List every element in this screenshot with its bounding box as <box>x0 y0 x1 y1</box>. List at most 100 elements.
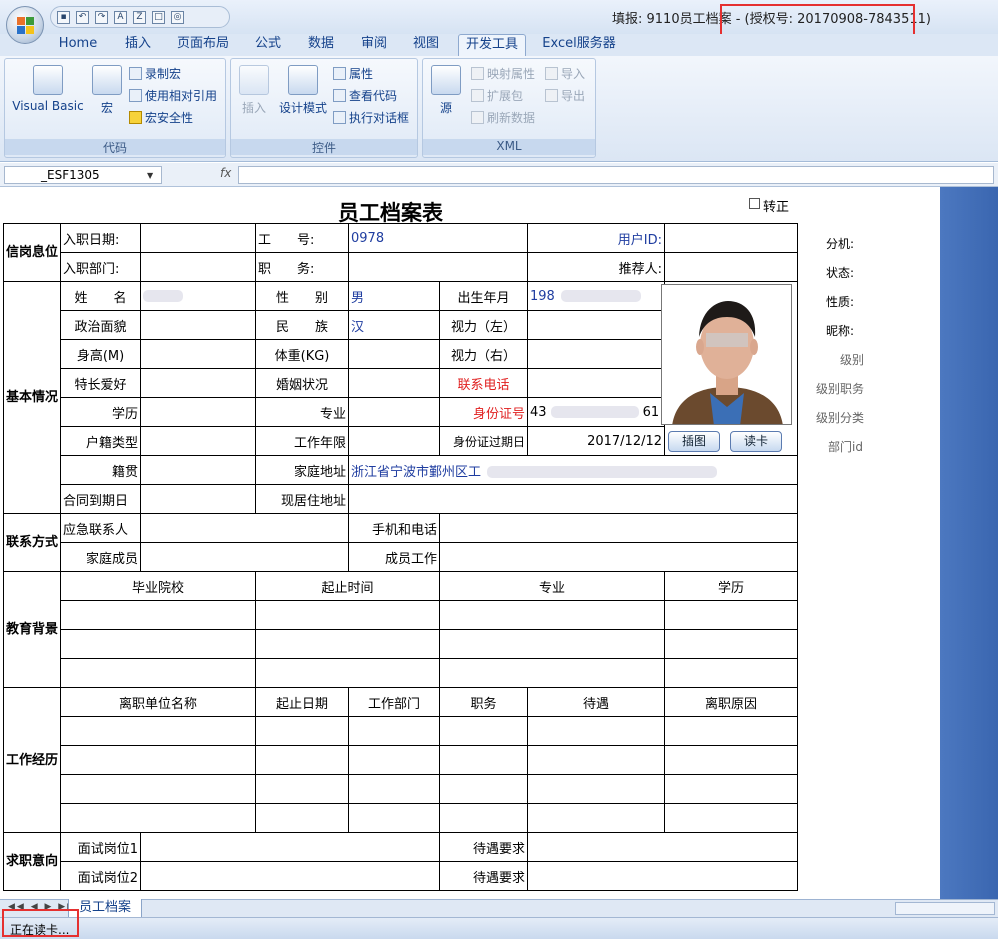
record-macro-button[interactable]: 录制宏 <box>129 65 181 82</box>
post2-cell[interactable] <box>140 861 441 891</box>
redo-icon[interactable]: ↷ <box>95 10 108 24</box>
work-cell[interactable] <box>664 745 799 775</box>
work-cell[interactable] <box>255 745 350 775</box>
work-cell[interactable] <box>60 716 257 746</box>
home-address-cell[interactable]: 浙江省宁波市鄞州区工 <box>348 455 799 485</box>
design-mode-button[interactable]: 设计模式 <box>277 65 329 116</box>
work-cell[interactable] <box>664 803 799 833</box>
name-box[interactable]: _ESF1305 <box>4 166 162 184</box>
read-card-button[interactable]: 读卡 <box>730 431 782 452</box>
birth-cell[interactable]: 198 <box>527 281 666 311</box>
work-cell[interactable] <box>527 716 666 746</box>
tab-home[interactable]: Home <box>52 34 104 56</box>
work-cell[interactable] <box>348 774 441 804</box>
referrer-cell[interactable] <box>664 252 799 282</box>
map-properties-button[interactable]: 映射属性 <box>471 65 535 82</box>
edu-cell[interactable] <box>60 600 257 630</box>
work-cell[interactable] <box>60 803 257 833</box>
edu-cell[interactable] <box>664 600 799 630</box>
edu-cell[interactable] <box>255 629 441 659</box>
emergency-phone-cell[interactable] <box>439 513 799 543</box>
work-cell[interactable] <box>439 774 529 804</box>
user-id-cell[interactable] <box>664 223 799 253</box>
expansion-pack-button[interactable]: 扩展包 <box>471 87 523 104</box>
edu-cell[interactable] <box>439 600 666 630</box>
sort-desc-icon[interactable]: Z <box>133 10 146 24</box>
sheet-tab-employee[interactable]: 员工档案 <box>68 899 143 918</box>
edu-cell[interactable] <box>664 658 799 688</box>
contract-expiry-cell[interactable] <box>140 484 257 514</box>
export-button[interactable]: 导出 <box>545 87 585 104</box>
work-cell[interactable] <box>255 716 350 746</box>
work-cell[interactable] <box>348 745 441 775</box>
formula-input[interactable] <box>238 166 994 184</box>
work-cell[interactable] <box>255 803 350 833</box>
post1-cell[interactable] <box>140 832 441 862</box>
tab-excel-server[interactable]: Excel服务器 <box>538 34 620 56</box>
tab-review[interactable]: 审阅 <box>354 34 394 56</box>
work-cell[interactable] <box>255 774 350 804</box>
tab-data[interactable]: 数据 <box>300 34 342 56</box>
phone-cell[interactable] <box>527 368 666 398</box>
function-icon[interactable]: fx <box>220 166 231 180</box>
sort-asc-icon[interactable]: A <box>114 10 127 24</box>
salary-req-cell-1[interactable] <box>527 832 799 862</box>
height-cell[interactable] <box>140 339 257 369</box>
major-cell[interactable] <box>348 397 441 427</box>
save-icon[interactable]: ▪ <box>57 10 70 24</box>
entry-dept-cell[interactable] <box>140 252 257 282</box>
edu-cell[interactable] <box>255 600 441 630</box>
tab-view[interactable]: 视图 <box>406 34 446 56</box>
properties-button[interactable]: 属性 <box>333 65 373 82</box>
work-cell[interactable] <box>664 774 799 804</box>
education-cell[interactable] <box>140 397 257 427</box>
refresh-data-button[interactable]: 刷新数据 <box>471 109 535 126</box>
edu-cell[interactable] <box>664 629 799 659</box>
edu-cell[interactable] <box>60 658 257 688</box>
vision-left-cell[interactable] <box>527 310 666 340</box>
name-cell[interactable] <box>140 281 257 311</box>
ethnic-value[interactable]: 汉 <box>348 310 441 340</box>
work-years-cell[interactable] <box>348 426 441 456</box>
xml-source-button[interactable]: 源 <box>429 65 463 116</box>
tab-developer[interactable]: 开发工具 <box>458 34 526 56</box>
entry-date-cell[interactable] <box>140 223 257 253</box>
view-code-button[interactable]: 查看代码 <box>333 87 397 104</box>
work-cell[interactable] <box>60 774 257 804</box>
work-cell[interactable] <box>60 745 257 775</box>
office-button[interactable] <box>6 6 44 44</box>
horizontal-scrollbar[interactable] <box>895 902 995 915</box>
current-address-cell[interactable] <box>348 484 799 514</box>
work-cell[interactable] <box>348 803 441 833</box>
tab-page-layout[interactable]: 页面布局 <box>172 34 234 56</box>
marital-cell[interactable] <box>348 368 441 398</box>
id-expiry-value[interactable]: 2017/12/12 <box>527 426 666 456</box>
edu-cell[interactable] <box>255 658 441 688</box>
run-dialog-button[interactable]: 执行对话框 <box>333 109 409 126</box>
work-cell[interactable] <box>527 745 666 775</box>
id-number-cell[interactable]: 43 61 <box>527 397 666 427</box>
edu-cell[interactable] <box>439 658 666 688</box>
undo-icon[interactable]: ↶ <box>76 10 89 24</box>
politics-cell[interactable] <box>140 310 257 340</box>
member-work-cell[interactable] <box>439 542 799 572</box>
insert-control-button[interactable]: 插入 <box>237 65 271 116</box>
edu-cell[interactable] <box>439 629 666 659</box>
confirm-checkbox[interactable] <box>749 198 760 209</box>
work-cell[interactable] <box>348 716 441 746</box>
work-cell[interactable] <box>527 803 666 833</box>
edu-cell[interactable] <box>60 629 257 659</box>
emp-no-value[interactable]: 0978 <box>348 223 529 253</box>
work-cell[interactable] <box>527 774 666 804</box>
hukou-cell[interactable] <box>140 426 257 456</box>
insert-image-button[interactable]: 插图 <box>668 431 720 452</box>
relative-ref-button[interactable]: 使用相对引用 <box>129 87 217 104</box>
visual-basic-button[interactable]: Visual Basic <box>11 65 85 113</box>
print-preview-icon[interactable]: ◎ <box>171 10 184 24</box>
macro-security-button[interactable]: 宏安全性 <box>129 109 193 126</box>
native-place-cell[interactable] <box>140 455 257 485</box>
import-button[interactable]: 导入 <box>545 65 585 82</box>
vision-right-cell[interactable] <box>527 339 666 369</box>
emergency-contact-cell[interactable] <box>140 513 350 543</box>
family-cell[interactable] <box>140 542 350 572</box>
